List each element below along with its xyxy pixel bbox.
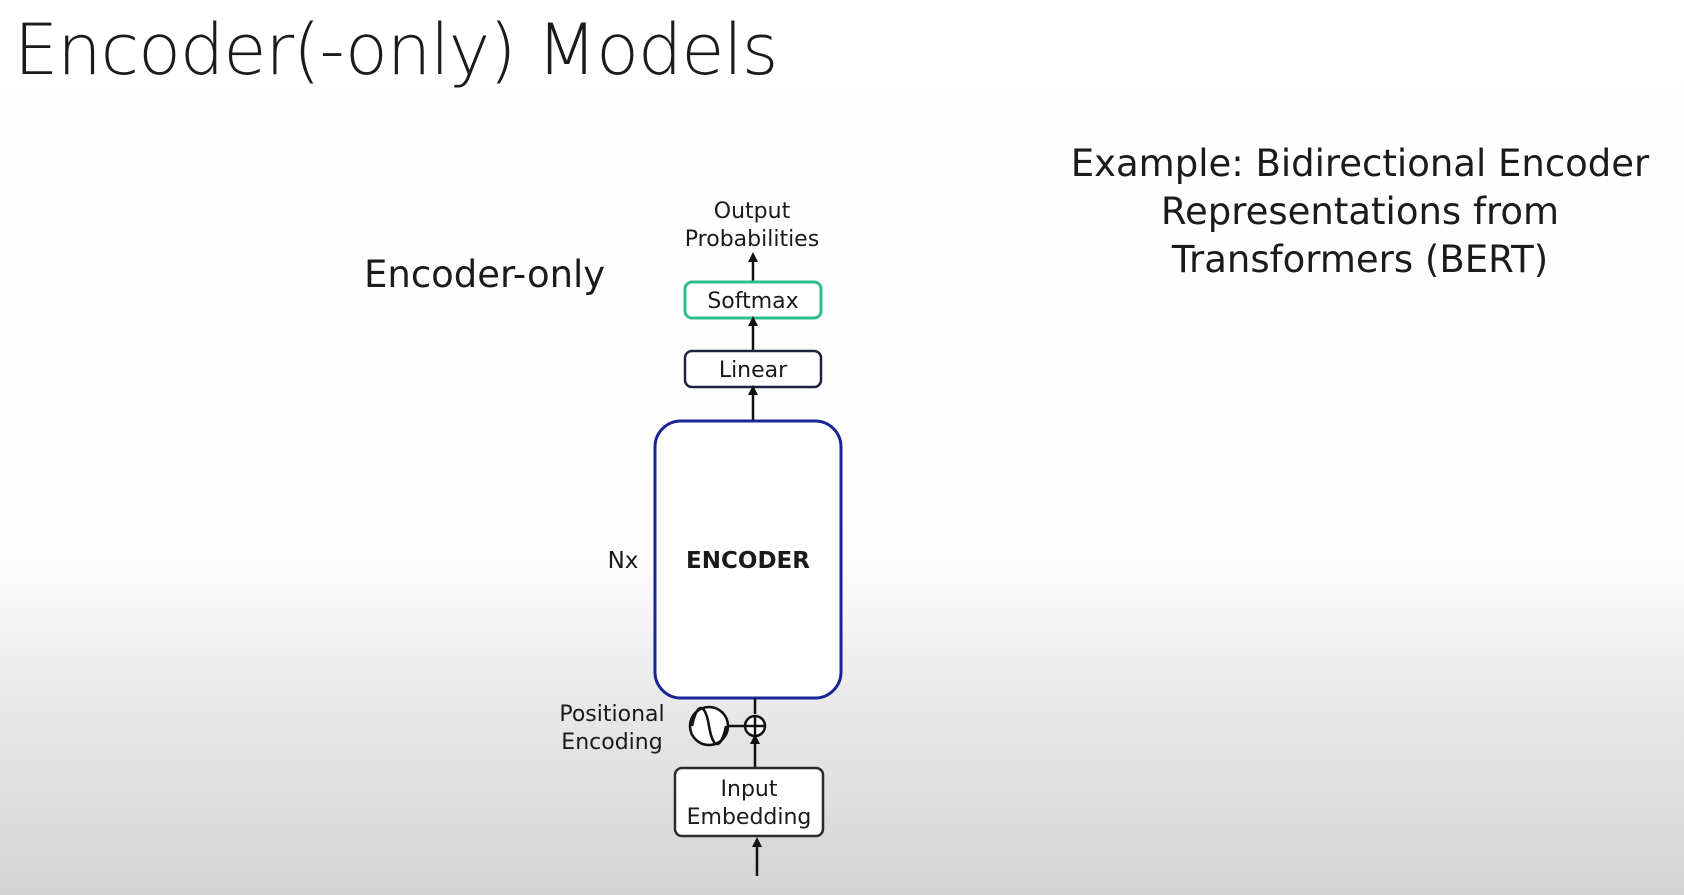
input-embedding-line2: Embedding [687,805,812,830]
nx-label: Nx [608,548,639,574]
output-label-line1: Output [714,199,791,224]
softmax-label: Softmax [707,289,798,314]
encoder-architecture-diagram: Output Probabilities Softmax Linear ENCO… [559,199,843,876]
sine-wave-icon [688,705,730,747]
linear-label: Linear [719,358,788,383]
positional-encoding-line2: Encoding [561,730,662,755]
encoder-label: ENCODER [686,548,810,574]
adder-icon [743,714,767,738]
output-label-line2: Probabilities [685,227,819,252]
positional-encoding-line1: Positional [559,702,664,727]
input-embedding-line1: Input [721,777,778,802]
